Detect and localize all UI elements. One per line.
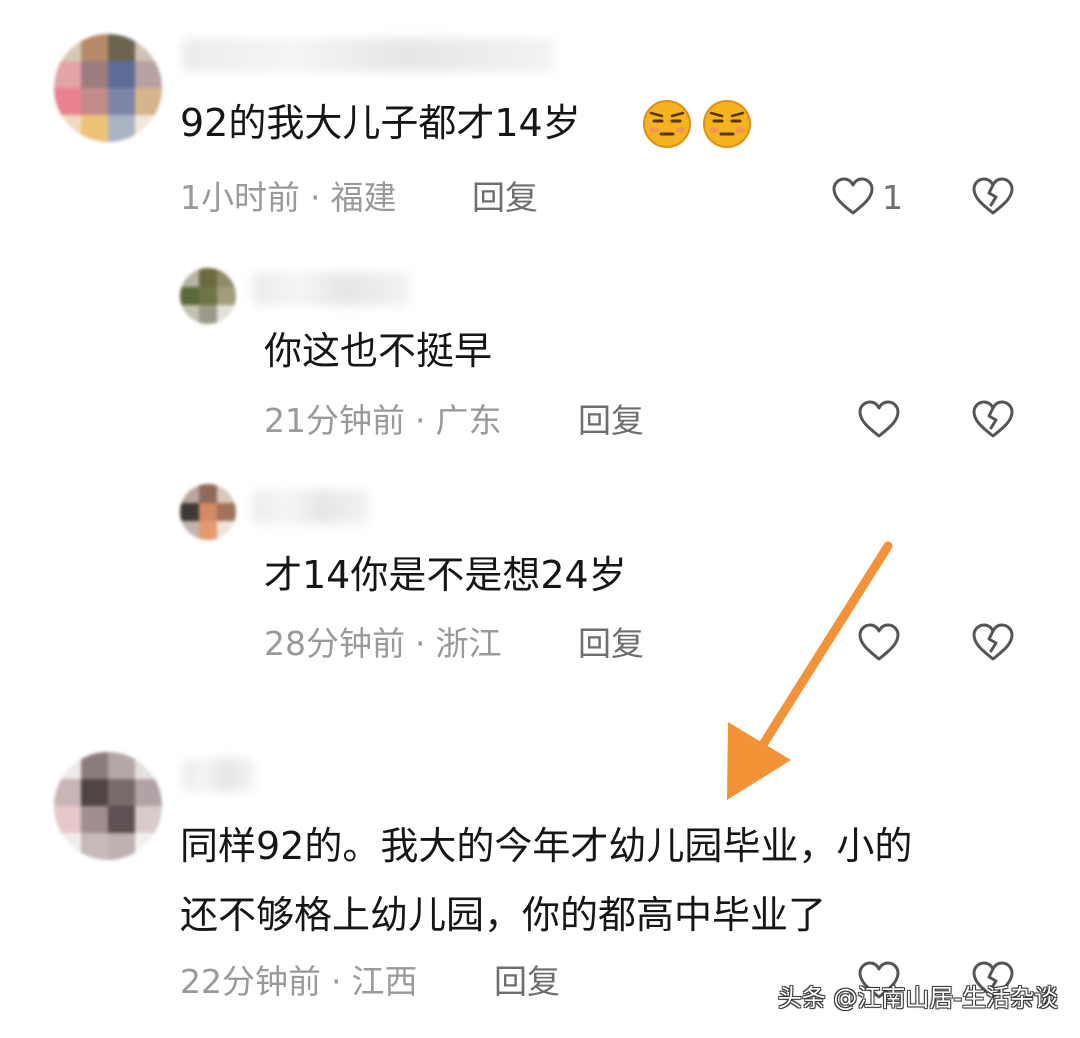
comment-location: 福建 (330, 178, 397, 217)
heart-outline-icon (858, 400, 900, 438)
dislike-button[interactable] (970, 397, 1016, 443)
watermark: 头条 @江南山居-生活杂谈 (777, 984, 1058, 1012)
like-button[interactable] (856, 397, 902, 443)
like-count: 1 (882, 178, 903, 217)
grimace-emoji (643, 100, 691, 148)
comment-time: 1小时前 (180, 178, 300, 217)
comment-meta: 22分钟前 · 江西 (180, 962, 418, 1002)
comment-meta: 1小时前 · 福建 (180, 178, 397, 218)
meta-separator: · (310, 178, 321, 217)
comment-text-line: 同样92的。我大的今年才幼儿园毕业，小的 (180, 824, 913, 868)
comment-time: 22分钟前 (180, 962, 321, 1001)
avatar[interactable] (54, 34, 162, 142)
annotation-arrow-icon (727, 541, 893, 800)
comment-text: 92的我大儿子都才14岁 (180, 101, 581, 145)
comment-text-line: 还不够格上幼儿园，你的都高中毕业了 (180, 893, 827, 937)
meta-separator: · (415, 401, 426, 440)
broken-heart-icon (972, 623, 1014, 661)
reply-time: 28分钟前 (264, 624, 405, 663)
broken-heart-icon (972, 177, 1014, 215)
grimace-emoji (703, 100, 751, 148)
username[interactable] (182, 758, 254, 792)
username[interactable] (182, 38, 554, 72)
reply-meta: 21分钟前 · 广东 (264, 401, 502, 441)
reply-button[interactable]: 回复 (578, 624, 644, 664)
reply-button[interactable]: 回复 (578, 401, 644, 441)
username[interactable] (252, 490, 370, 524)
reply-button[interactable]: 回复 (472, 178, 538, 218)
meta-separator: · (415, 624, 426, 663)
heart-outline-icon (858, 623, 900, 661)
meta-separator: · (331, 962, 342, 1001)
reply-text: 你这也不挺早 (264, 329, 493, 373)
broken-heart-icon (972, 400, 1014, 438)
avatar[interactable] (54, 752, 162, 860)
avatar[interactable] (180, 268, 236, 324)
comment-location: 江西 (351, 962, 418, 1001)
dislike-button[interactable] (970, 174, 1016, 220)
reply-text: 才14你是不是想24岁 (264, 553, 627, 597)
reply-meta: 28分钟前 · 浙江 (264, 624, 502, 664)
heart-outline-icon (832, 177, 874, 215)
reply-location: 广东 (435, 401, 502, 440)
reply-time: 21分钟前 (264, 401, 405, 440)
avatar[interactable] (180, 484, 236, 540)
dislike-button[interactable] (970, 620, 1016, 666)
like-button[interactable] (830, 174, 876, 220)
like-button[interactable] (856, 620, 902, 666)
username[interactable] (252, 272, 410, 306)
reply-location: 浙江 (435, 624, 502, 663)
reply-button[interactable]: 回复 (494, 962, 560, 1002)
